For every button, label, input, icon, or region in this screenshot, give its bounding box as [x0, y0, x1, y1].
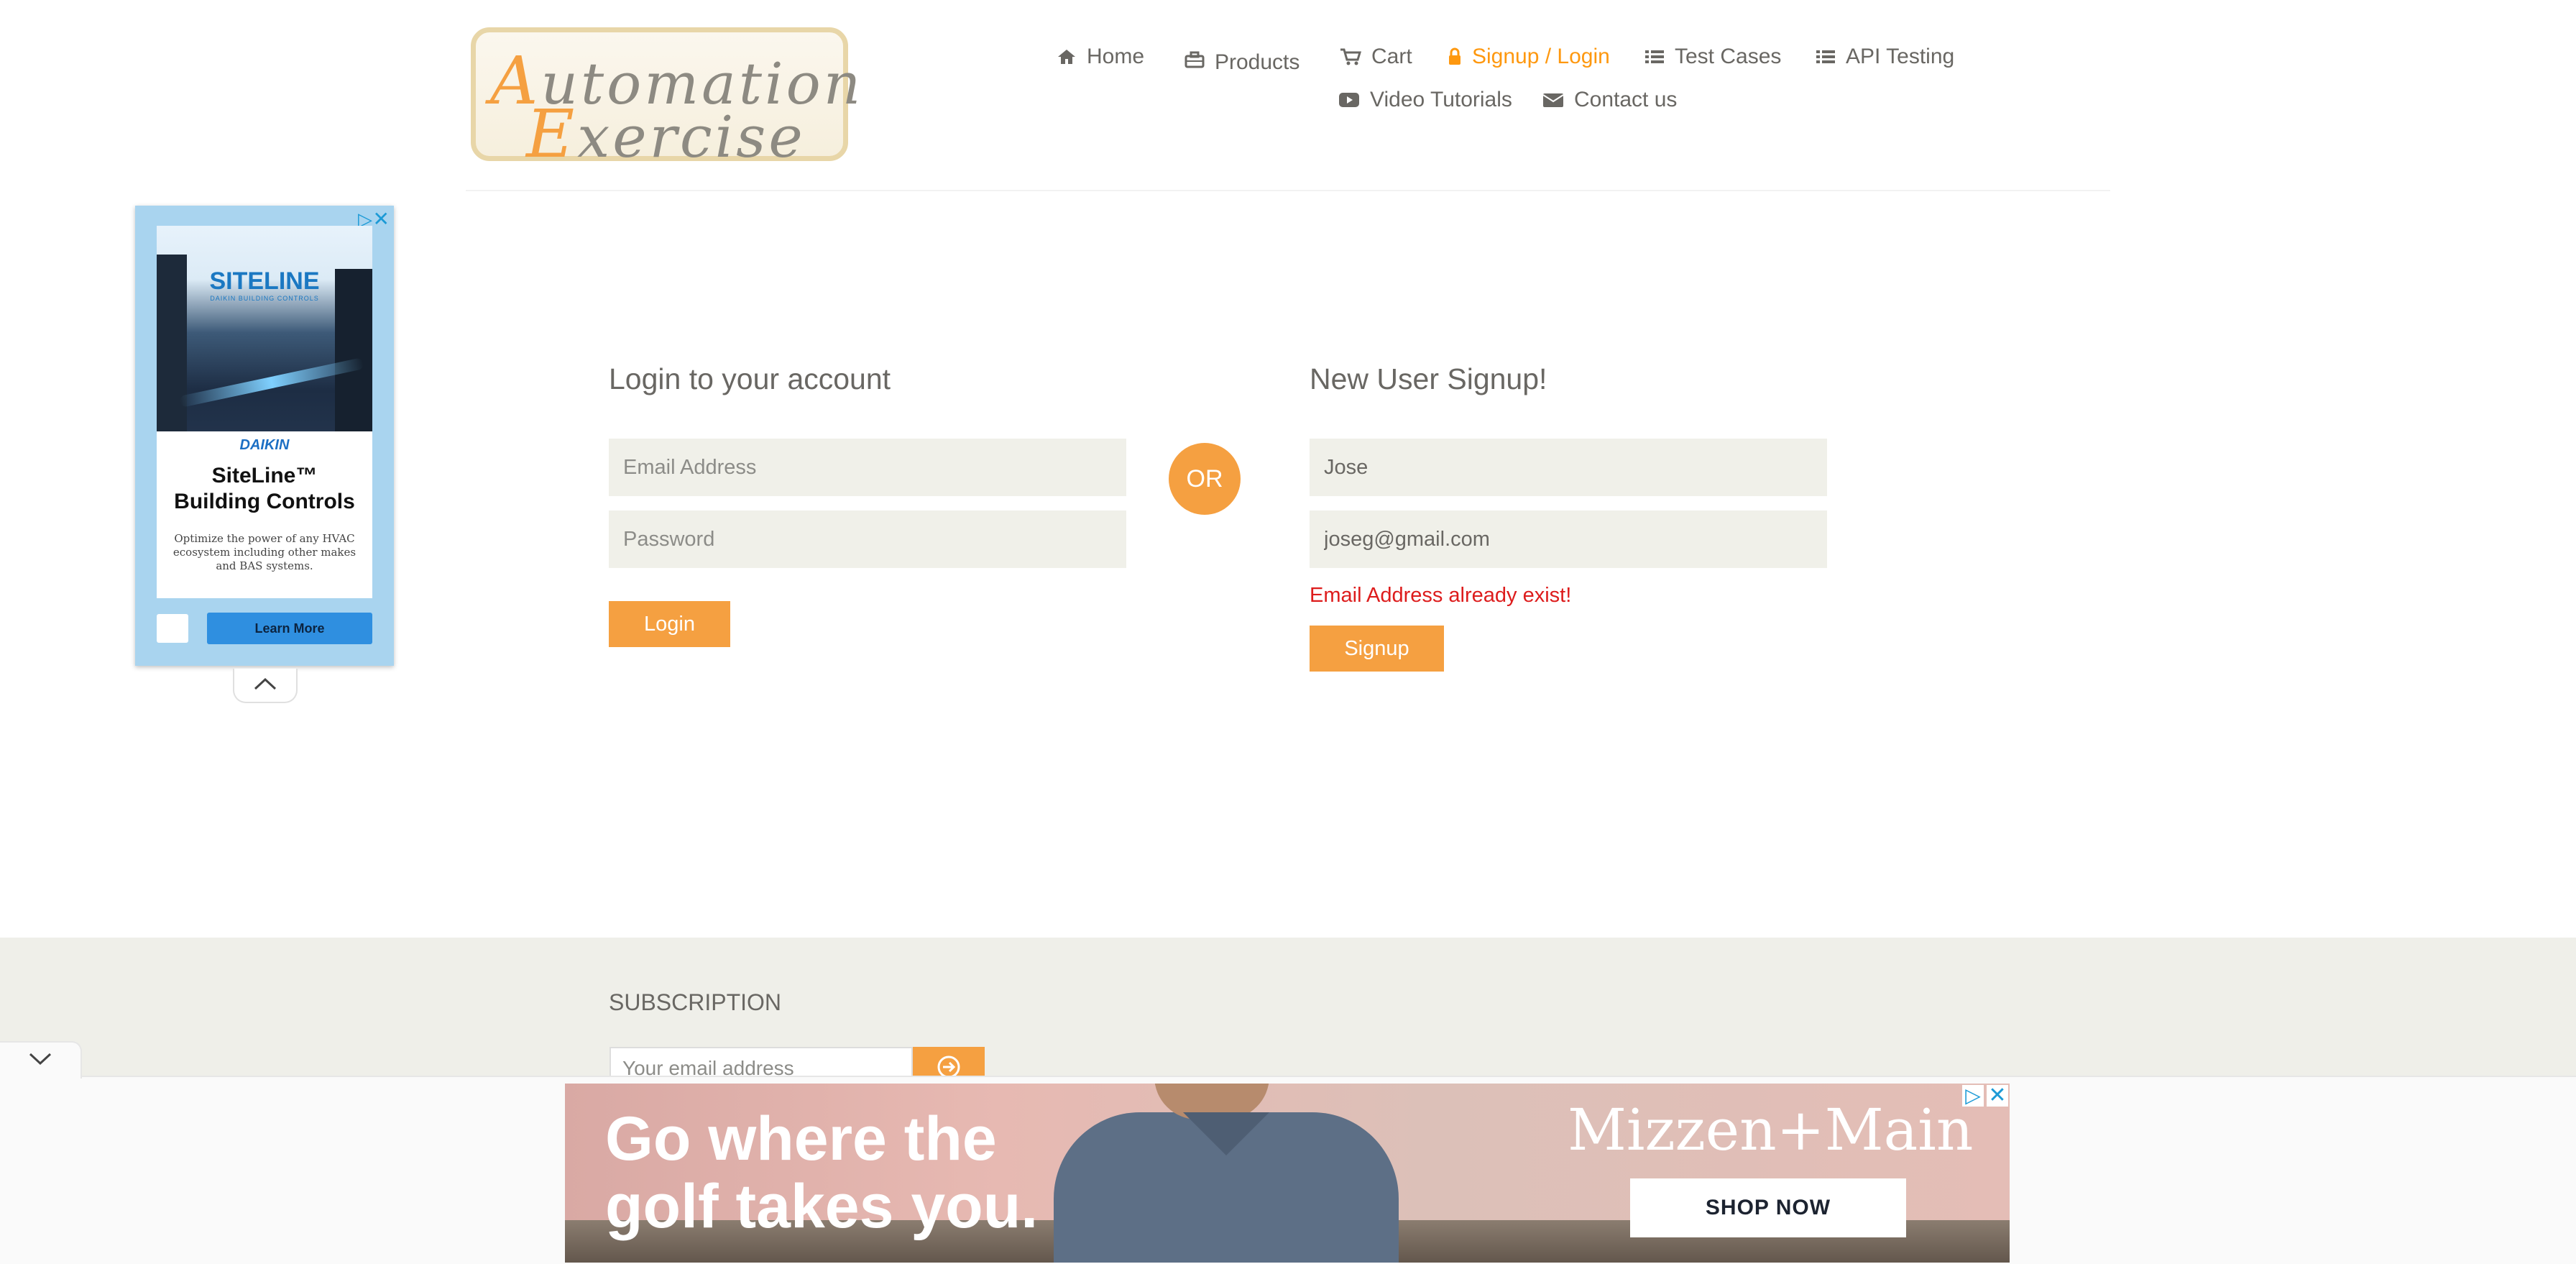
- logo-letter-e: E: [526, 96, 578, 173]
- bottom-ad-collapse-toggle[interactable]: [0, 1041, 82, 1078]
- ad-brand-sub: DAIKIN BUILDING CONTROLS: [210, 295, 319, 302]
- banner-shop-now-button[interactable]: SHOP NOW: [1630, 1178, 1906, 1237]
- ad-product-line2: Building Controls: [174, 490, 355, 513]
- signup-name-input[interactable]: [1310, 439, 1827, 496]
- ad-product-line1: SiteLine™: [211, 464, 318, 487]
- signup-email-input[interactable]: [1310, 510, 1827, 568]
- ad-image: SITELINE DAIKIN BUILDING CONTROLS: [157, 226, 372, 431]
- or-badge: OR: [1169, 443, 1241, 515]
- lock-icon: [1448, 47, 1462, 66]
- nav-signup-login[interactable]: Signup / Login: [1448, 45, 1610, 69]
- ad-company: DAIKIN: [239, 437, 290, 453]
- subscription-title: SUBSCRIPTION: [609, 989, 782, 1015]
- home-icon: [1057, 48, 1077, 65]
- list-icon: [1816, 48, 1836, 65]
- logo-word-exercise: xercise: [577, 104, 806, 170]
- nav-contact-us-label: Contact us: [1574, 88, 1678, 111]
- login-password-input[interactable]: [609, 510, 1126, 568]
- nav-cart[interactable]: Cart: [1340, 45, 1412, 69]
- login-button[interactable]: Login: [609, 601, 730, 647]
- nav-test-cases[interactable]: Test Cases: [1644, 45, 1781, 69]
- ad-close-icon[interactable]: ✕: [373, 207, 390, 231]
- nav-video-tutorials[interactable]: Video Tutorials: [1338, 88, 1512, 112]
- chevron-up-icon: [253, 677, 277, 695]
- nav-home[interactable]: Home: [1057, 45, 1144, 69]
- bottom-banner-ad[interactable]: Go where the golf takes you. Mizzen+Main…: [565, 1084, 2010, 1263]
- briefcase-icon: [1184, 51, 1205, 68]
- login-email-input[interactable]: [609, 439, 1126, 496]
- nav-api-testing-label: API Testing: [1846, 45, 1955, 68]
- youtube-icon: [1338, 91, 1360, 109]
- envelope-icon: [1542, 91, 1564, 109]
- nav-products[interactable]: Products: [1184, 45, 1300, 75]
- nav-api-testing[interactable]: API Testing: [1816, 45, 1954, 69]
- nav-home-label: Home: [1087, 45, 1145, 68]
- nav-products-label: Products: [1215, 50, 1300, 74]
- adchoices-icon[interactable]: ▷: [1962, 1085, 1984, 1107]
- login-title: Login to your account: [609, 362, 891, 395]
- list-icon: [1644, 48, 1665, 65]
- nav-video-tutorials-label: Video Tutorials: [1370, 88, 1512, 111]
- signup-error-message: Email Address already exist!: [1310, 584, 1572, 607]
- ad-description: Optimize the power of any HVAC ecosystem…: [172, 532, 356, 572]
- banner-brand: Mizzen+Main: [1568, 1096, 1974, 1163]
- nav-signup-login-label: Signup / Login: [1472, 45, 1610, 68]
- ad-learn-more-button[interactable]: Learn More: [207, 613, 372, 644]
- banner-headline-line1: Go where the: [605, 1104, 997, 1173]
- side-ad-collapse-toggle[interactable]: [233, 669, 298, 703]
- signup-title: New User Signup!: [1310, 362, 1547, 395]
- site-logo[interactable]: Automation Exercise: [471, 27, 860, 173]
- banner-headline: Go where the golf takes you.: [605, 1105, 1038, 1240]
- nav-test-cases-label: Test Cases: [1675, 45, 1782, 68]
- signup-button[interactable]: Signup: [1310, 626, 1444, 672]
- cart-icon: [1340, 47, 1361, 66]
- ad-brand: SITELINE: [209, 267, 320, 295]
- banner-headline-line2: golf takes you.: [605, 1172, 1039, 1241]
- ad-close-icon[interactable]: ✕: [1987, 1085, 2008, 1107]
- header-divider: [466, 190, 2110, 191]
- nav-contact-us[interactable]: Contact us: [1542, 88, 1677, 112]
- nav-cart-label: Cart: [1371, 45, 1412, 68]
- ad-card: DAIKIN SiteLine™ Building Controls Optim…: [157, 431, 372, 598]
- chevron-down-icon: [28, 1052, 52, 1070]
- side-advertisement[interactable]: ▷ ✕ SITELINE DAIKIN BUILDING CONTROLS DA…: [135, 206, 394, 666]
- ad-mini-logo: [157, 614, 188, 643]
